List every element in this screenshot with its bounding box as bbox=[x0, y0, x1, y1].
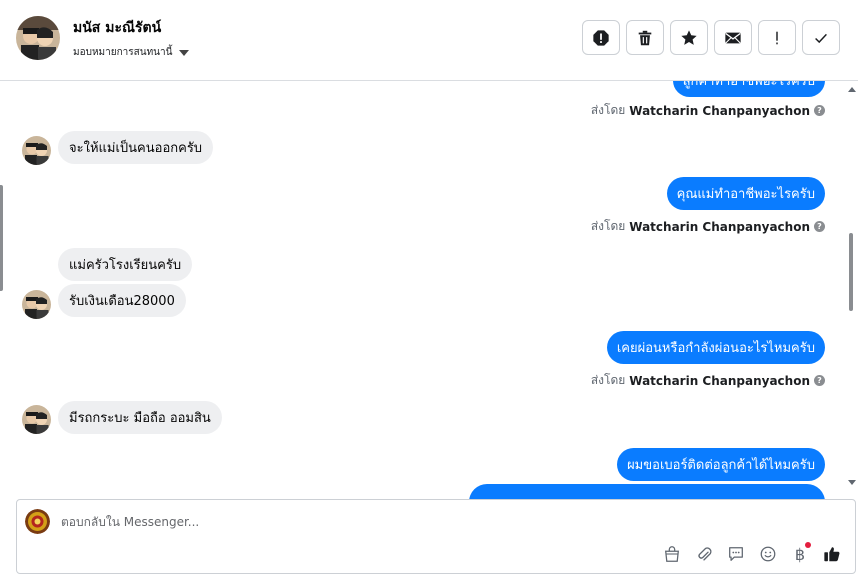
caret-down-icon bbox=[179, 49, 190, 56]
thread-scrollbar[interactable] bbox=[846, 81, 858, 499]
help-icon[interactable]: ? bbox=[814, 375, 825, 386]
sender-name: Watcharin Chanpanyachon bbox=[629, 103, 810, 118]
sender-name: Watcharin Chanpanyachon bbox=[629, 219, 810, 234]
incoming-message[interactable]: รับเงินเดือน28000 bbox=[58, 284, 186, 317]
like-button[interactable] bbox=[821, 543, 843, 565]
attach-button[interactable] bbox=[693, 543, 715, 565]
mail-icon bbox=[725, 32, 741, 43]
trash-icon bbox=[638, 30, 652, 45]
message-text: จะให้แม่เป็นคนออกครับ bbox=[69, 141, 203, 156]
message-text: แม่ครัวโรงเรียนครับ bbox=[69, 258, 182, 273]
contact-avatar-small[interactable] bbox=[22, 405, 51, 434]
delete-button[interactable] bbox=[626, 20, 664, 55]
assign-conversation-dropdown[interactable]: มอบหมายการสนทนานี้ bbox=[73, 45, 190, 60]
message-thread[interactable]: ลูกค้าทำอาชีพอะไรครับ ส่งโดย Watcharin C… bbox=[0, 81, 846, 499]
star-icon bbox=[681, 29, 697, 45]
message-text: ผมขอเบอร์ติดต่อลูกค้าได้ไหมครับ bbox=[627, 458, 815, 473]
outgoing-message[interactable]: เคยผ่อนหรือกำลังผ่อนอะไรไหมครับ bbox=[606, 331, 825, 364]
thread-scrollbar-thumb[interactable] bbox=[849, 233, 853, 311]
contact-name: มนัส มะณีรัตน์ bbox=[73, 20, 162, 36]
incoming-message[interactable]: จะให้แม่เป็นคนออกครับ bbox=[58, 131, 214, 164]
check-icon bbox=[815, 33, 827, 43]
conversation-toolbar bbox=[582, 20, 840, 55]
sent-by-label: ส่งโดย bbox=[590, 373, 626, 387]
message-text: คุณแม่ทำอาชีพอะไรครับ bbox=[676, 187, 815, 202]
outgoing-message[interactable]: คุณแม่ทำอาชีพอะไรครับ bbox=[666, 177, 825, 210]
shop-button[interactable] bbox=[661, 543, 683, 565]
sent-by-line: ส่งโดย Watcharin Chanpanyachon ? bbox=[591, 101, 825, 120]
sent-by-line: ส่งโดย Watcharin Chanpanyachon ? bbox=[591, 371, 825, 390]
incoming-message[interactable]: มีรถกระบะ มือถือ ออมสิน bbox=[58, 401, 222, 434]
exclamation-icon bbox=[776, 31, 778, 44]
emoji-button[interactable] bbox=[757, 543, 779, 565]
outgoing-message-partial[interactable] bbox=[469, 484, 825, 499]
scroll-up-icon[interactable] bbox=[848, 87, 856, 92]
help-icon[interactable]: ? bbox=[814, 105, 825, 116]
saved-replies-button[interactable] bbox=[725, 543, 747, 565]
message-text: มีรถกระบะ มือถือ ออมสิน bbox=[69, 411, 211, 426]
page-avatar bbox=[25, 509, 50, 534]
sender-name: Watcharin Chanpanyachon bbox=[629, 373, 810, 388]
message-text: ลูกค้าทำอาชีพอะไรครับ bbox=[682, 81, 815, 89]
star-button[interactable] bbox=[670, 20, 708, 55]
contact-avatar-small[interactable] bbox=[22, 136, 51, 165]
message-text: เคยผ่อนหรือกำลังผ่อนอะไรไหมครับ bbox=[616, 341, 815, 356]
contact-avatar[interactable] bbox=[16, 16, 60, 60]
composer-toolbar: ฿ bbox=[661, 542, 843, 565]
scroll-down-icon[interactable] bbox=[848, 480, 856, 485]
mark-done-button[interactable] bbox=[802, 20, 840, 55]
mark-unread-button[interactable] bbox=[714, 20, 752, 55]
sent-by-label: ส่งโดย bbox=[590, 103, 626, 117]
follow-up-button[interactable] bbox=[758, 20, 796, 55]
incoming-message[interactable]: แม่ครัวโรงเรียนครับ bbox=[58, 248, 193, 281]
conversation-header: มนัส มะณีรัตน์ มอบหมายการสนทนานี้ bbox=[0, 0, 858, 81]
assign-label: มอบหมายการสนทนานี้ bbox=[73, 47, 173, 58]
chat-icon bbox=[729, 547, 743, 561]
smile-icon bbox=[760, 546, 776, 562]
sent-by-label: ส่งโดย bbox=[590, 219, 626, 233]
notification-dot bbox=[805, 542, 811, 548]
help-icon[interactable]: ? bbox=[814, 221, 825, 232]
contact-avatar-small[interactable] bbox=[22, 290, 51, 319]
bag-icon bbox=[664, 546, 680, 562]
mark-spam-button[interactable] bbox=[582, 20, 620, 55]
like-icon bbox=[824, 547, 840, 562]
reply-composer: ฿ bbox=[16, 499, 856, 574]
outgoing-message[interactable]: ผมขอเบอร์ติดต่อลูกค้าได้ไหมครับ bbox=[617, 448, 825, 481]
spam-icon bbox=[593, 29, 609, 46]
baht-icon: ฿ bbox=[794, 544, 806, 564]
reply-input[interactable] bbox=[61, 513, 761, 531]
message-text: รับเงินเดือน28000 bbox=[69, 294, 175, 309]
payment-button[interactable]: ฿ bbox=[789, 542, 811, 565]
sent-by-line: ส่งโดย Watcharin Chanpanyachon ? bbox=[591, 217, 825, 236]
paperclip-icon bbox=[698, 547, 712, 561]
outgoing-message[interactable]: ลูกค้าทำอาชีพอะไรครับ bbox=[672, 81, 825, 97]
